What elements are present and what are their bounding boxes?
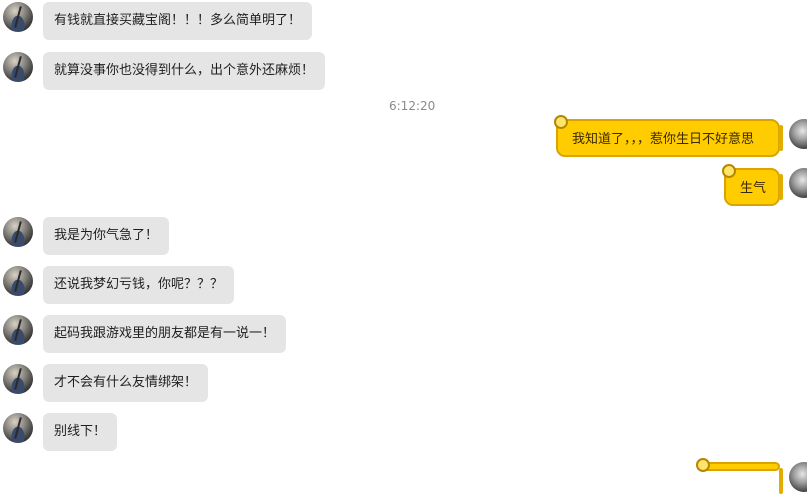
outgoing-message-bubble[interactable]: 我知道了，，，惹你生日不好意思 [554, 115, 783, 157]
message-text: 别线下！ [54, 424, 107, 439]
message-text: 有钱就直接买藏宝阁！！！多么简单明了！ [54, 13, 302, 28]
user-avatar[interactable] [789, 119, 807, 149]
contact-avatar[interactable] [3, 266, 33, 296]
user-avatar[interactable] [789, 168, 807, 198]
contact-avatar[interactable] [3, 315, 33, 345]
incoming-message-bubble[interactable]: 我是为你气急了！ [43, 217, 170, 255]
message-text: 才不会有什么友情绑架！ [54, 375, 198, 390]
message-text: 生气 [740, 181, 767, 196]
incoming-message-bubble[interactable]: 有钱就直接买藏宝阁！！！多么简单明了！ [43, 2, 313, 40]
incoming-message-bubble[interactable]: 别线下！ [43, 413, 118, 451]
contact-avatar[interactable] [3, 52, 33, 82]
contact-avatar[interactable] [3, 364, 33, 394]
incoming-message-bubble[interactable]: 还说我梦幻亏钱，你呢？？？ [43, 266, 235, 304]
message-text: 起码我跟游戏里的朋友都是有一说一！ [54, 326, 276, 341]
message-text: 我知道了，，，惹你生日不好意思 [572, 132, 755, 147]
incoming-message-bubble[interactable]: 就算没事你也没得到什么，出个意外还麻烦！ [43, 52, 326, 90]
contact-avatar[interactable] [3, 413, 33, 443]
outgoing-message-bubble[interactable]: 生气 [722, 164, 783, 206]
message-timestamp: 6:12:20 [389, 99, 436, 113]
contact-avatar[interactable] [3, 2, 33, 32]
incoming-message-bubble[interactable]: 起码我跟游戏里的朋友都是有一说一！ [43, 315, 287, 353]
incoming-message-bubble[interactable]: 才不会有什么友情绑架！ [43, 364, 209, 402]
message-text: 还说我梦幻亏钱，你呢？？？ [54, 277, 224, 292]
message-text: 就算没事你也没得到什么，出个意外还麻烦！ [54, 63, 315, 78]
user-avatar[interactable] [789, 462, 807, 492]
outgoing-message-bubble[interactable] [696, 458, 783, 494]
contact-avatar[interactable] [3, 217, 33, 247]
message-text: 我是为你气急了！ [54, 228, 159, 243]
